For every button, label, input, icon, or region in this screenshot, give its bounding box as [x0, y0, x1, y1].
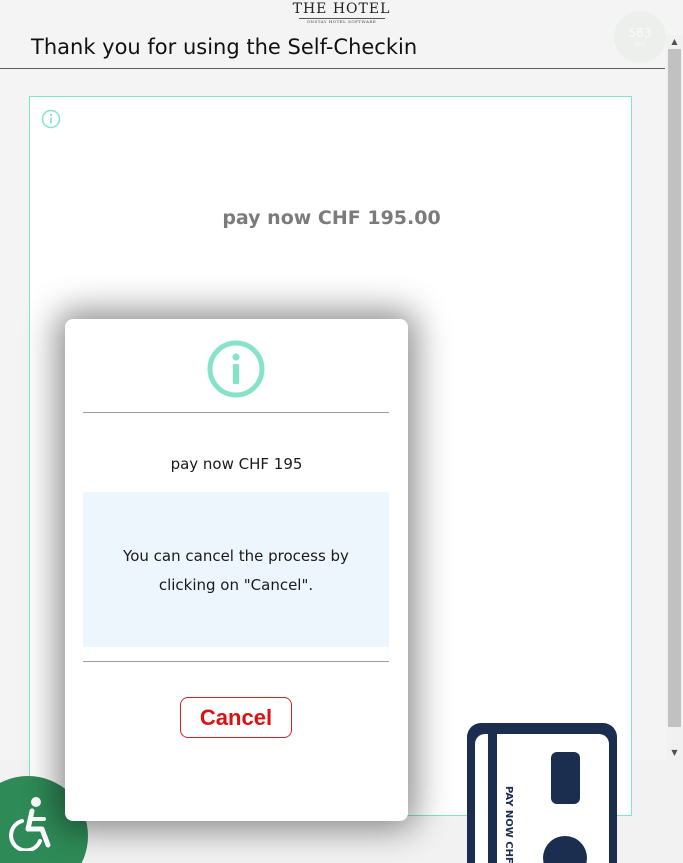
wheelchair-icon: [9, 797, 51, 851]
scroll-down-arrow[interactable]: ▼: [666, 746, 683, 760]
dialog-note: You can cancel the process by clicking o…: [83, 492, 389, 647]
timer-value: 583: [628, 26, 652, 40]
logo-tagline: ONSTAY HOTEL SOFTWARE: [306, 19, 377, 24]
info-circle-icon: [207, 340, 265, 398]
hotel-logo: THE HOTEL ONSTAY HOTEL SOFTWARE: [0, 0, 683, 26]
session-timer-badge: 583 sec: [614, 11, 666, 63]
title-divider: [0, 68, 665, 69]
dialog-divider-bottom: [83, 661, 389, 662]
timer-unit: sec: [634, 40, 646, 48]
page-scrollbar[interactable]: ▲ ▼: [666, 35, 683, 760]
payment-dialog: pay now CHF 195 You can cancel the proce…: [65, 319, 408, 821]
logo-name: THE HOTEL: [292, 1, 391, 17]
payment-amount: pay now CHF 195.00: [222, 207, 441, 229]
scroll-up-arrow[interactable]: ▲: [666, 35, 683, 49]
cancel-button[interactable]: Cancel: [180, 697, 292, 738]
scroll-thumb[interactable]: [668, 49, 681, 727]
card-label: PAY NOW CHF: [503, 786, 514, 863]
dialog-amount: pay now CHF 195: [170, 455, 303, 473]
credit-card-illustration: PAY NOW CHF: [467, 723, 617, 863]
info-circle-icon: [41, 109, 61, 129]
dialog-divider-top: [83, 412, 389, 413]
page-title: Thank you for using the Self-Checkin: [31, 35, 418, 59]
